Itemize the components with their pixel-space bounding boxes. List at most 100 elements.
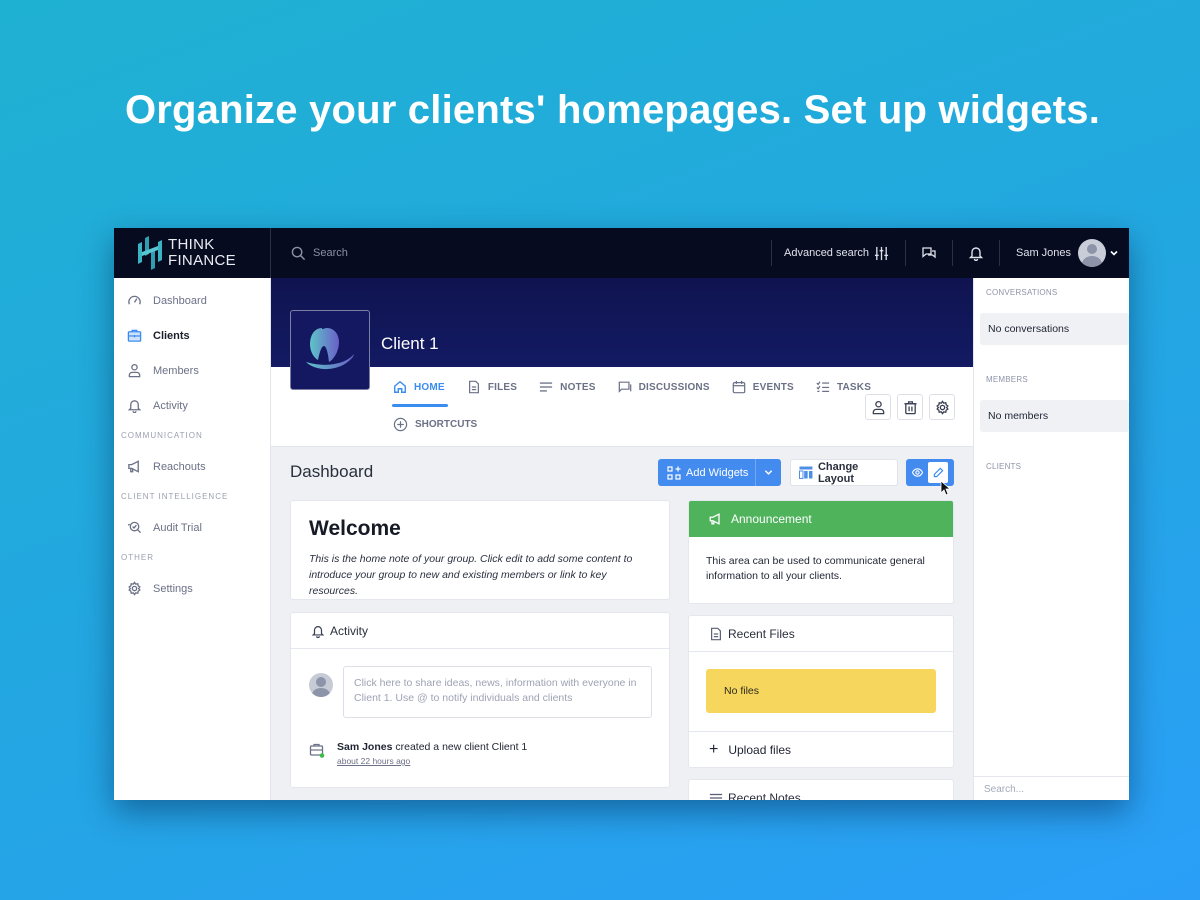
bell-icon [311,625,325,638]
global-search[interactable]: Search [291,246,771,261]
welcome-title: Welcome [309,517,401,540]
delete-client-button[interactable] [897,394,923,420]
tab-label: TASKS [836,381,872,393]
briefcase-icon [127,329,142,342]
recent-files-header: Recent Files [689,616,953,652]
recent-notes-header: Recent Notes [689,780,953,800]
add-widgets-button[interactable]: Add Widgets [658,459,781,486]
feed-actor[interactable]: Sam Jones [337,741,392,753]
sidebar-item-clients[interactable]: Clients [114,318,270,353]
conversations-label: CONVERSATIONS [986,288,1058,297]
brand-logo[interactable]: THINK FINANCE [114,228,271,278]
list-item: Sam Jones created a new client Client 1 … [309,741,527,766]
announcement-body: This area can be used to communicate gen… [706,555,925,582]
search-icon [291,246,306,260]
mouse-cursor-icon [940,480,952,496]
shortcuts-label: SHORTCUTS [415,419,478,430]
megaphone-icon [128,460,139,473]
clients-label: CLIENTS [986,462,1022,471]
tooth-logo-icon [306,328,354,370]
user-icon [872,400,884,414]
divider [755,459,756,486]
client-members-button[interactable] [865,394,891,420]
sidebar-item-reachouts[interactable]: Reachouts [114,449,270,484]
right-panel: CONVERSATIONS No conversations MEMBERS N… [973,278,1129,800]
tab-tasks[interactable]: TASKS [816,367,871,407]
tab-notes[interactable]: NOTES [539,367,595,407]
messages-button[interactable] [906,245,952,261]
tab-events[interactable]: EVENTS [732,367,794,407]
sidebar-item-settings[interactable]: Settings [114,571,270,606]
chevron-down-icon [1110,250,1118,256]
search-input[interactable]: Search [313,247,348,259]
panel-search-input[interactable]: Search... [974,776,1129,800]
notifications-button[interactable] [953,245,999,261]
bell-icon [968,247,984,261]
recent-files-title: Recent Files [728,626,795,641]
post-input[interactable]: Click here to share ideas, news, informa… [343,666,652,718]
feed-timestamp[interactable]: about 22 hours ago [337,756,527,766]
recent-notes-title: Recent Notes [728,791,801,800]
shortcuts-button[interactable]: SHORTCUTS [393,417,477,432]
welcome-body: This is the home note of your group. Cli… [309,553,633,597]
announcement-title: Announcement [731,512,812,526]
sidebar-item-dashboard[interactable]: Dashboard [114,283,270,318]
preview-button[interactable] [906,467,928,478]
client-tabs: HOME FILES NOTES DISCUSSIONS EVENTS TASK… [392,367,893,407]
notes-icon [709,793,723,799]
sidebar-item-audit-trial[interactable]: Audit Trial [114,510,270,545]
app-window: THINK FINANCE Search Advanced search Sam… [114,228,1129,800]
sidebar-item-activity[interactable]: Activity [114,388,270,423]
sidebar-item-label: Activity [153,399,188,412]
user-menu[interactable]: Sam Jones [1000,239,1119,267]
client-settings-button[interactable] [929,394,955,420]
section-other: OTHER [121,553,154,562]
tab-label: DISCUSSIONS [638,381,710,393]
announcement-header: Announcement [689,501,953,537]
tab-label: EVENTS [752,381,794,393]
client-avatar[interactable] [290,310,370,390]
sidebar-item-label: Clients [153,329,190,342]
change-layout-button[interactable]: Change Layout [790,459,898,486]
activity-title: Activity [330,623,369,638]
plus-circle-icon [393,417,408,432]
brand-line-2: FINANCE [168,252,236,269]
upload-files-button[interactable]: + Upload files [689,731,953,767]
top-bar: THINK FINANCE Search Advanced search Sam… [114,228,1129,278]
sidebar-item-members[interactable]: Members [114,353,270,388]
layout-icon [799,466,813,479]
tasks-icon [816,381,830,392]
activity-header: Activity [291,613,669,649]
sidebar-item-label: Settings [153,582,193,595]
pencil-icon [933,467,943,478]
activity-widget: Activity Click here to share ideas, news… [290,612,670,788]
user-name: Sam Jones [1016,247,1072,259]
sidebar-item-label: Members [153,364,199,377]
conversations-empty: No conversations [980,313,1129,345]
gear-icon [128,581,141,596]
tab-label: FILES [487,381,518,393]
chevron-down-icon[interactable] [764,468,773,477]
user-icon [128,363,141,378]
tab-files[interactable]: FILES [467,367,517,407]
tab-home[interactable]: HOME [392,367,448,407]
advanced-search-button[interactable]: Advanced search [772,246,905,261]
tab-label: NOTES [560,381,596,393]
avatar [1078,239,1107,267]
section-communication: COMMUNICATION [121,431,203,440]
recent-files-widget: Recent Files No files + Upload files [688,615,954,768]
tab-discussions[interactable]: DISCUSSIONS [618,367,710,407]
brand-line-1: THINK [168,236,215,253]
plus-icon: + [709,740,719,758]
home-icon [394,380,406,393]
dashboard-title: Dashboard [290,462,374,481]
sidebar-item-label: Audit Trial [153,521,202,534]
change-layout-label: Change Layout [817,460,859,485]
feed-action: created a new client Client 1 [392,741,528,753]
section-client-intelligence: CLIENT INTELLIGENCE [121,492,229,501]
avatar [309,673,333,697]
discussion-icon [618,381,631,393]
tab-label: HOME [414,381,445,393]
recent-notes-widget: Recent Notes [688,779,954,800]
think-finance-logo-icon [138,236,162,270]
